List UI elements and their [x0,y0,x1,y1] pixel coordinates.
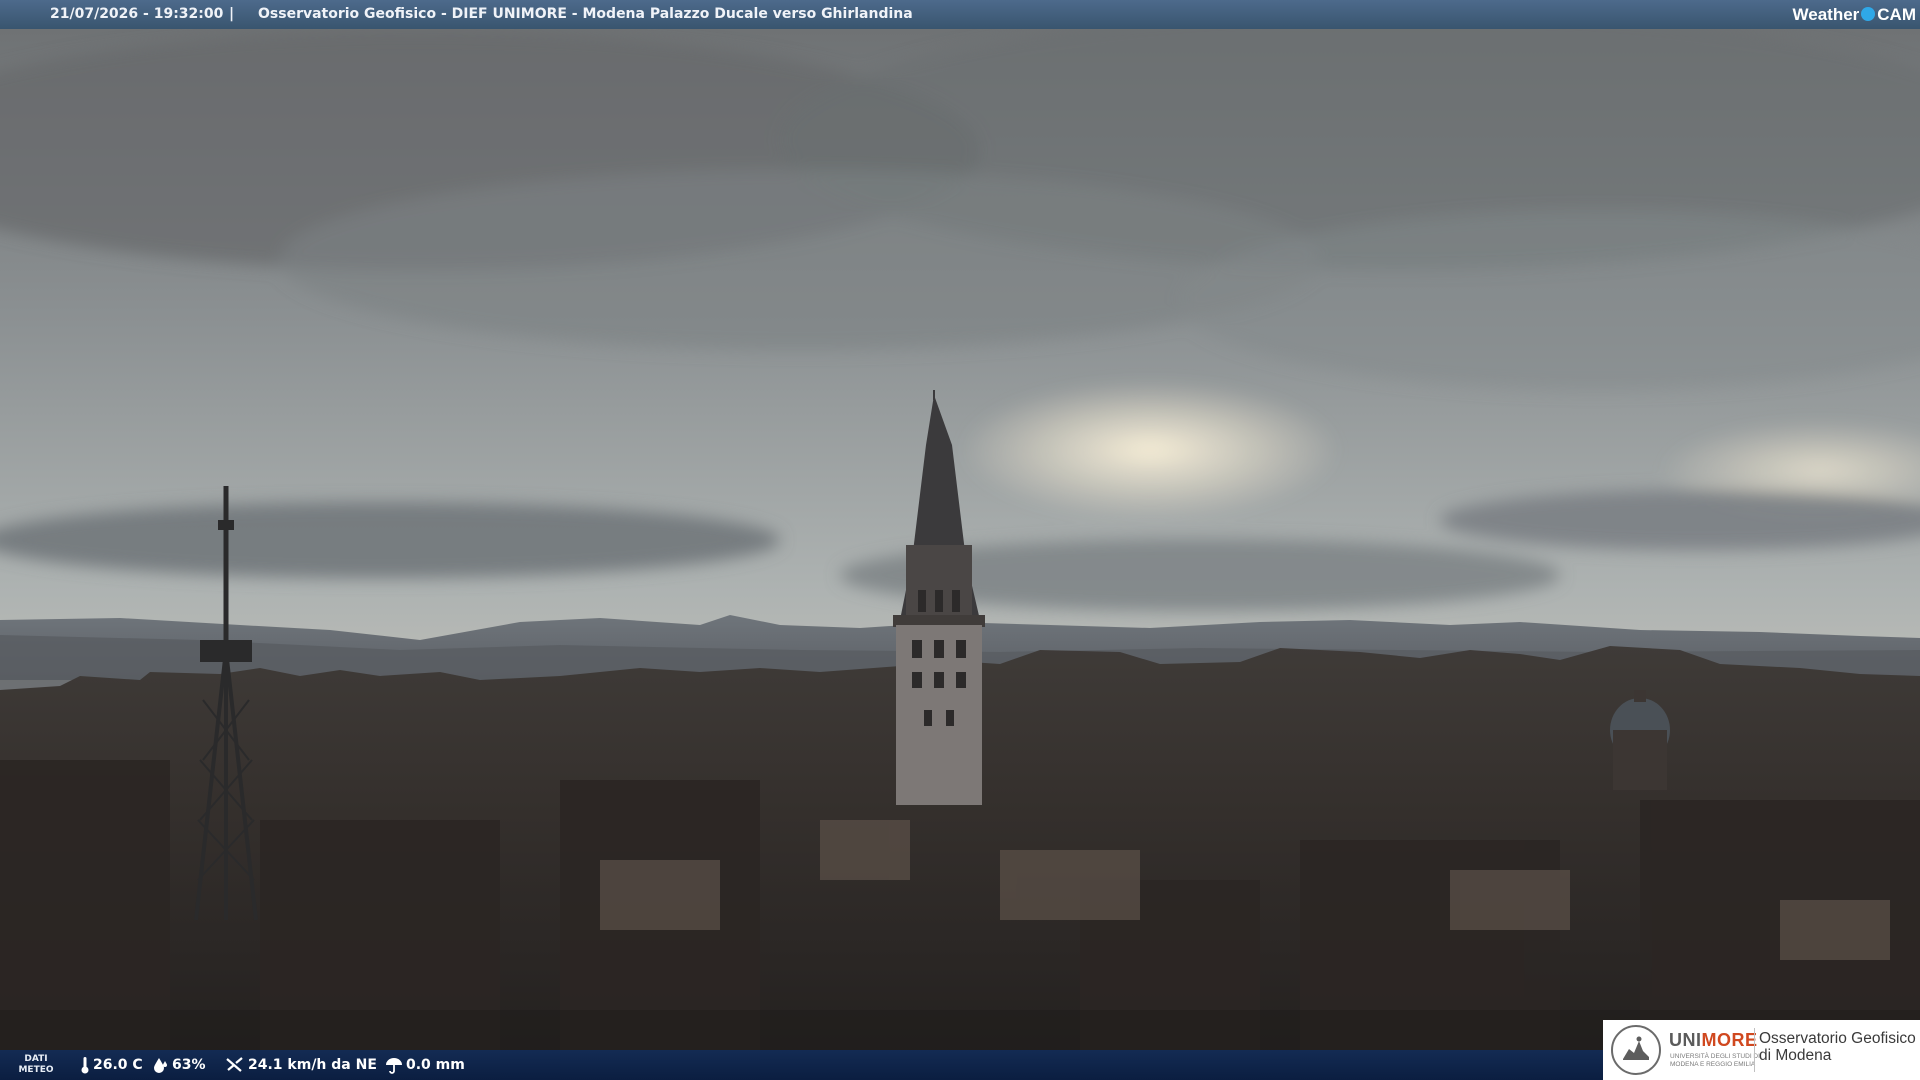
observatory-line2: di Modena [1759,1047,1832,1064]
university-seal-icon [1611,1025,1661,1075]
humidity-reading: 63% [153,1050,206,1080]
temperature-value: 26.0 C [93,1057,143,1073]
wind-reading: 24.1 km/h da NE [225,1050,377,1080]
unimore-more: MORE [1701,1030,1758,1050]
unimore-subtitle: UNIVERSITÀ DEGLI STUDI DI MODENA E REGGI… [1670,1053,1760,1068]
humidity-drop-icon [154,1058,167,1073]
unimore-logo-panel: UNIMORE UNIVERSITÀ DEGLI STUDI DI MODENA… [1603,1020,1920,1080]
dati-meteo-line2: METEO [18,1065,54,1075]
rain-umbrella-icon [386,1058,402,1074]
unimore-wordmark: UNIMORE [1669,1030,1758,1051]
rain-reading: 0.0 mm [385,1050,465,1080]
temperature-reading: 26.0 C [80,1050,143,1080]
camera-title: Osservatorio Geofisico - DIEF UNIMORE - … [258,6,913,22]
top-caption-bar: 21/07/2026 - 19:32:00 | Osservatorio Geo… [0,0,1920,29]
wind-value: 24.1 km/h da NE [248,1057,377,1073]
weathercam-logo-cam: CAM [1877,5,1916,24]
dati-meteo-line1: DATI [24,1054,48,1064]
dati-meteo-label: DATI METEO [18,1054,54,1076]
logo-divider [1754,1028,1755,1072]
caption-separator: | [229,6,235,22]
observatory-name: Osservatorio Geofisico di Modena [1759,1030,1916,1064]
weathercam-dot-icon [1861,7,1876,21]
humidity-value: 63% [172,1057,206,1073]
observatory-line1: Osservatorio Geofisico [1759,1030,1916,1047]
webcam-photo [0,0,1920,1080]
wind-icon [226,1057,243,1072]
unimore-uni: UNI [1669,1030,1702,1050]
timestamp: 21/07/2026 - 19:32:00 [50,6,224,22]
seal-emblem [1623,1036,1649,1060]
rain-value: 0.0 mm [406,1057,465,1073]
weathercam-logo: Weather CAM [1793,3,1916,26]
thermometer-icon [81,1057,89,1074]
weathercam-logo-word: Weather [1792,5,1860,24]
